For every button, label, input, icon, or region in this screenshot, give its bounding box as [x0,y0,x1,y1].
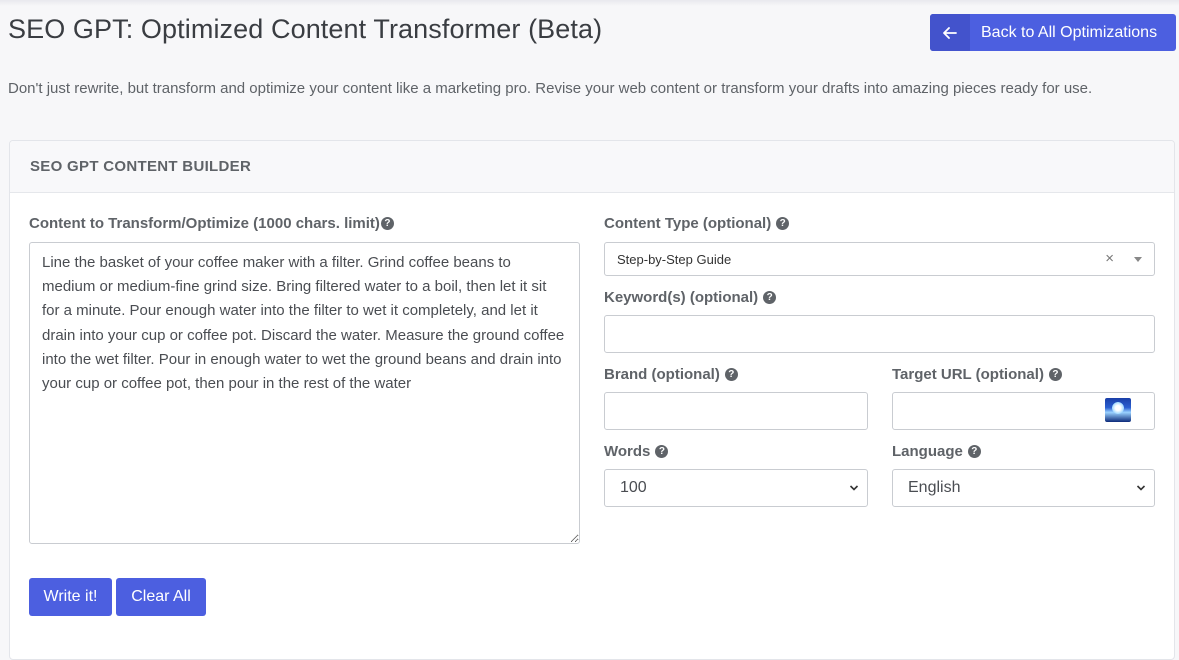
help-icon[interactable]: ? [1048,368,1062,381]
help-icon[interactable]: ? [967,445,981,458]
language-select[interactable]: English [892,469,1155,507]
password-manager-icon[interactable] [1105,398,1131,422]
help-icon[interactable]: ? [380,217,394,230]
language-label-text: Language [892,443,963,460]
chevron-down-icon [849,485,859,491]
caret-down-icon [1134,257,1142,262]
clear-all-button[interactable]: Clear All [116,578,206,616]
brand-input[interactable] [604,392,868,430]
arrow-left-icon [930,14,970,51]
content-textarea[interactable]: Line the basket of your coffee maker wit… [29,242,580,544]
words-label: Words ? [604,443,669,460]
keywords-input[interactable] [604,315,1155,353]
help-icon[interactable]: ? [763,291,777,304]
content-type-label-text: Content Type (optional) [604,215,772,232]
card-title: SEO GPT CONTENT BUILDER [10,141,1174,193]
language-value: English [908,479,961,496]
help-icon[interactable]: ? [655,445,669,458]
page-title: SEO GPT: Optimized Content Transformer (… [8,14,603,44]
content-label-text: Content to Transform/Optimize (1000 char… [29,215,380,232]
target-url-label-text: Target URL (optional) [892,366,1044,383]
language-label: Language ? [892,443,981,460]
content-type-select[interactable]: Step-by-Step Guide × [604,242,1155,276]
back-to-all-optimizations-button[interactable]: Back to All Optimizations [930,14,1176,51]
brand-label: Brand (optional) ? [604,366,738,383]
keywords-label: Keyword(s) (optional) ? [604,289,777,306]
chevron-down-icon [1136,485,1146,491]
back-button-label: Back to All Optimizations [981,23,1158,41]
help-icon[interactable]: ? [776,217,790,230]
help-icon[interactable]: ? [724,368,738,381]
clear-selection-icon[interactable]: × [1105,250,1114,267]
target-url-label: Target URL (optional) ? [892,366,1062,383]
brand-label-text: Brand (optional) [604,366,720,383]
intro-text: Don't just rewrite, but transform and op… [8,80,1093,97]
content-label: Content to Transform/Optimize (1000 char… [29,215,394,232]
write-it-button[interactable]: Write it! [29,578,112,616]
keywords-label-text: Keyword(s) (optional) [604,289,759,306]
words-value: 100 [620,479,647,496]
content-type-value: Step-by-Step Guide [617,251,732,267]
words-label-text: Words [604,443,651,460]
content-type-label: Content Type (optional) ? [604,215,790,232]
words-select[interactable]: 100 [604,469,868,507]
top-shadow [0,0,1179,6]
